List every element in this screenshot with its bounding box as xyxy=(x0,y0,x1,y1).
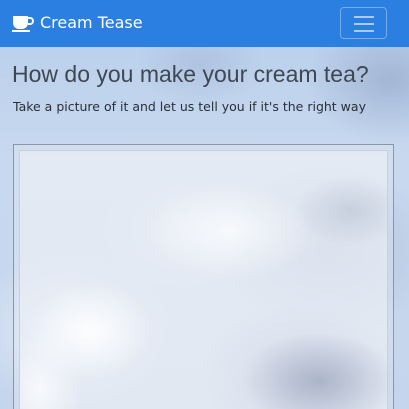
menu-toggle-button[interactable] xyxy=(340,7,387,39)
page-title: How do you make your cream tea? xyxy=(12,61,369,87)
cup-icon xyxy=(12,14,34,32)
photo-preview xyxy=(19,150,388,409)
hamburger-menu-icon xyxy=(354,16,374,32)
navbar: Cream Tease xyxy=(0,0,409,47)
page-subtitle: Take a picture of it and let us tell you… xyxy=(13,99,366,114)
brand-name: Cream Tease xyxy=(40,13,143,32)
photo-upload-area[interactable] xyxy=(13,144,394,409)
photo-placeholder xyxy=(20,151,387,409)
brand-link[interactable]: Cream Tease xyxy=(12,12,143,34)
